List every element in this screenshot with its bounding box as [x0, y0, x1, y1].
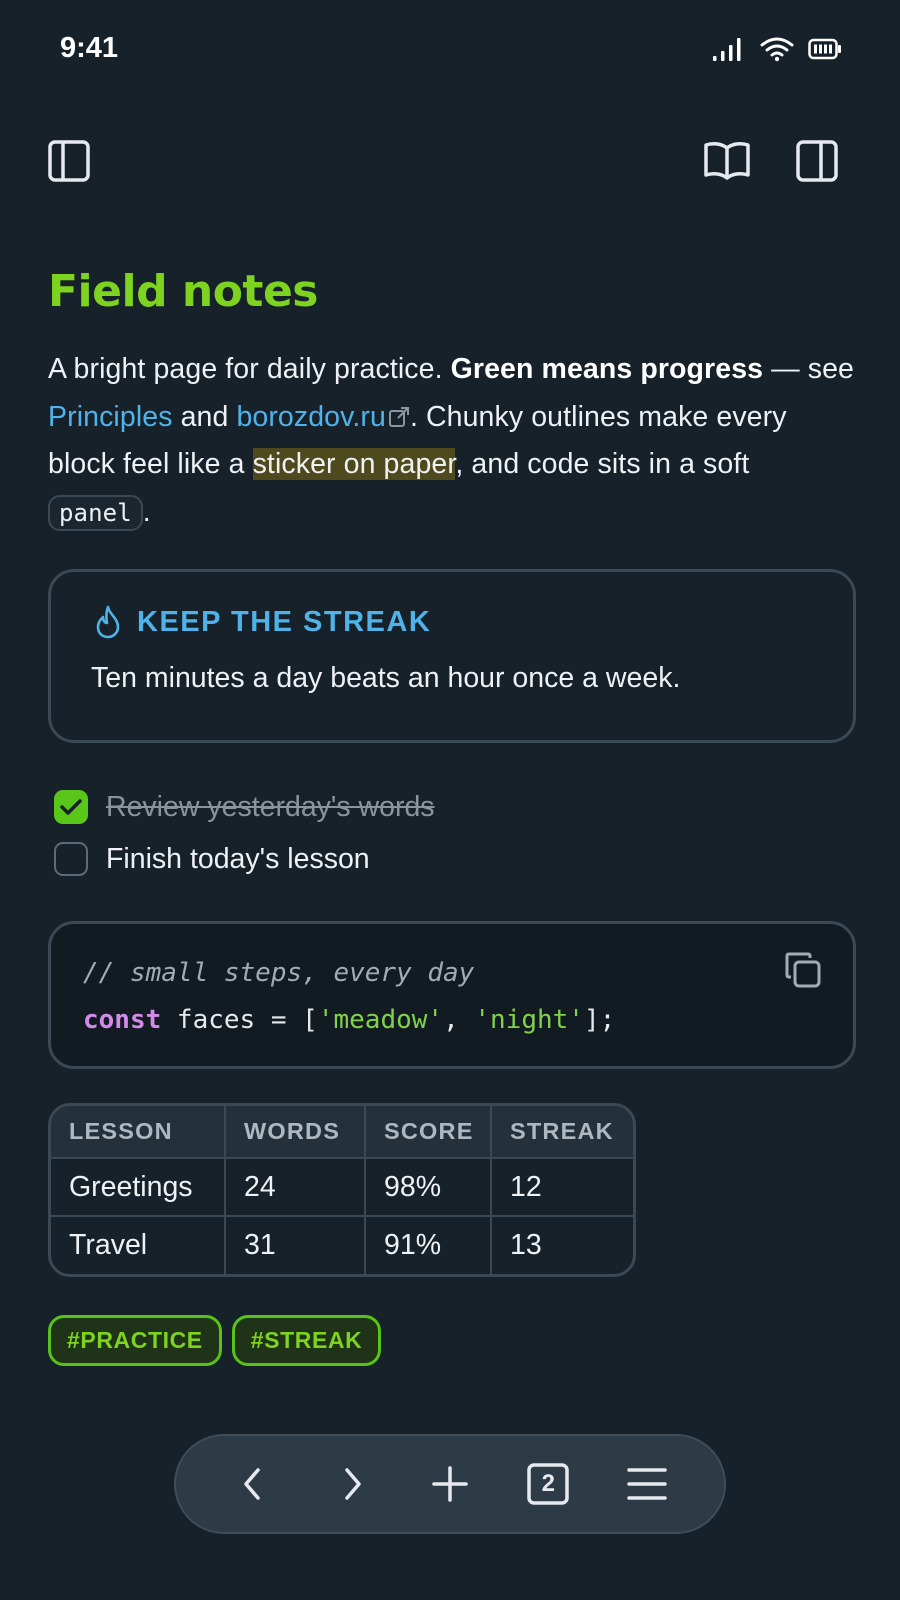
callout-header: KEEP THE STREAK [91, 604, 813, 640]
column-header: STREAK [491, 1106, 633, 1159]
column-header: WORDS [225, 1106, 366, 1159]
copy-icon [785, 952, 821, 988]
task-label: Finish today's lesson [106, 842, 370, 875]
code-keyword: const [83, 1005, 162, 1035]
wifi-icon [760, 37, 794, 62]
book-open-icon [704, 142, 750, 180]
status-icons [712, 36, 842, 62]
intro-text: . [142, 495, 151, 528]
table-row: Travel 31 91% 13 [51, 1216, 633, 1274]
task-checkbox[interactable] [54, 842, 88, 876]
callout-body: Ten minutes a day beats an hour once a w… [91, 662, 681, 694]
lesson-table: LESSON WORDS SCORE STREAK Greetings 24 9… [48, 1103, 636, 1277]
tag-practice[interactable]: #PRACTICE [48, 1315, 222, 1366]
task-item: Finish today's lesson [48, 833, 856, 885]
principles-link[interactable]: Principles [48, 401, 173, 433]
table-cell: 31 [225, 1216, 366, 1274]
inline-code: panel [48, 494, 143, 531]
task-item: Review yesterday's words [48, 781, 856, 833]
code-end: ]; [583, 1005, 616, 1035]
page-title: Field notes [48, 266, 319, 317]
callout-box: KEEP THE STREAK Ten minutes a day beats … [48, 569, 856, 743]
tab-count: 2 [541, 1470, 556, 1497]
new-tab-button[interactable] [424, 1458, 476, 1510]
intro-paragraph: A bright page for daily practice. Green … [48, 346, 856, 537]
external-link[interactable]: borozdov.ru [236, 401, 410, 433]
column-header: SCORE [365, 1106, 492, 1159]
table-cell: 98% [365, 1158, 492, 1217]
table-cell: Greetings [51, 1158, 226, 1217]
task-list: Review yesterday's words Finish today's … [48, 781, 856, 885]
sidebar-left-icon [48, 140, 90, 182]
back-button[interactable] [227, 1458, 279, 1510]
callout-title: KEEP THE STREAK [137, 605, 432, 638]
intro-text: A bright page for daily practice. [48, 353, 451, 385]
bottom-nav-bar: 2 [174, 1434, 726, 1534]
code-block: // small steps, every day const faces = … [48, 921, 856, 1069]
task-checkbox-checked[interactable] [54, 790, 88, 824]
chevron-left-icon [244, 1468, 260, 1500]
tag-streak[interactable]: #STREAK [231, 1315, 382, 1366]
table-cell: Travel [51, 1216, 226, 1274]
toggle-left-sidebar-button[interactable] [46, 138, 92, 184]
intro-bold: Green means progress [450, 353, 764, 385]
status-time: 9:41 [60, 32, 119, 64]
forward-button[interactable] [326, 1458, 378, 1510]
copy-code-button[interactable] [783, 950, 823, 990]
table-cell: 91% [365, 1216, 492, 1274]
intro-text: and [172, 400, 237, 433]
task-label: Review yesterday's words [106, 790, 435, 823]
code-separator: , [443, 1005, 475, 1035]
intro-text: — see [763, 353, 854, 385]
table-cell: 12 [491, 1158, 633, 1217]
checkmark-icon [60, 799, 82, 815]
code-string: 'meadow' [317, 1005, 444, 1035]
table-cell: 24 [225, 1158, 366, 1217]
toggle-right-sidebar-button[interactable] [794, 138, 840, 184]
code-comment: // small steps, every day [83, 958, 475, 988]
note-content: Field notes A bright page for daily prac… [48, 262, 856, 1366]
flame-icon [96, 605, 120, 639]
sidebar-right-icon [796, 140, 838, 182]
table-row: Greetings 24 98% 12 [51, 1158, 633, 1217]
chevron-right-icon [344, 1468, 361, 1500]
reader-mode-button[interactable] [702, 138, 752, 184]
table-header-row: LESSON WORDS SCORE STREAK [51, 1106, 633, 1159]
menu-icon [627, 1468, 667, 1500]
code-identifier: faces = [ [161, 1005, 318, 1035]
column-header: LESSON [51, 1106, 226, 1159]
table-cell: 13 [510, 1229, 542, 1261]
intro-text: , and code sits in a soft [455, 448, 750, 480]
highlighted-text: sticker on paper [252, 448, 456, 480]
plus-icon [432, 1466, 468, 1502]
tag-list: #PRACTICE #STREAK [48, 1315, 856, 1366]
cellular-signal-icon [713, 38, 741, 61]
external-link-icon [388, 406, 409, 427]
tabs-button[interactable]: 2 [522, 1458, 574, 1510]
table: LESSON WORDS SCORE STREAK Greetings 24 9… [51, 1106, 633, 1274]
external-link-label: borozdov.ru [236, 400, 386, 433]
menu-button[interactable] [621, 1458, 673, 1510]
status-bar: 9:41 [0, 0, 900, 100]
battery-icon [808, 38, 841, 60]
code-line: const faces = ['meadow', 'night']; [83, 997, 821, 1044]
code-string: 'night' [474, 1005, 584, 1035]
